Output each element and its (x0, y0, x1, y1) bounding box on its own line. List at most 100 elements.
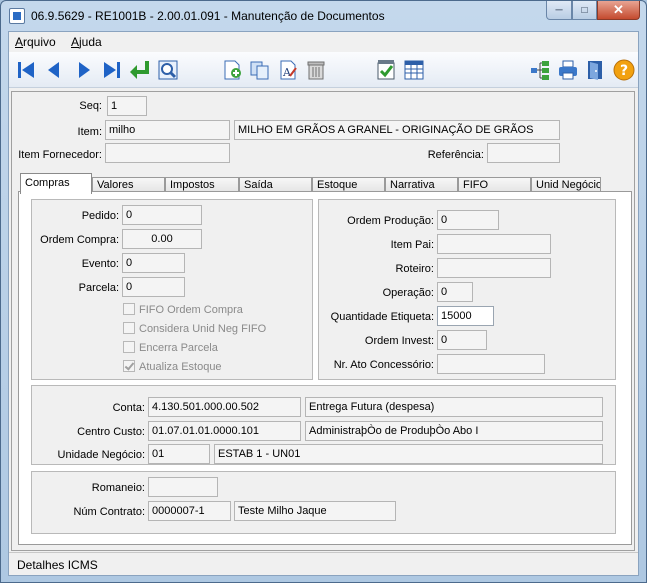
confirm-icon (377, 60, 395, 80)
centro-custo-description-field: AdministraþÒo de ProduþÒo Abo I (305, 421, 603, 441)
checkbox-box (123, 322, 135, 334)
first-record-button[interactable] (13, 57, 39, 83)
close-button[interactable]: ✕ (597, 1, 640, 20)
roteiro-label: Roteiro: (395, 263, 434, 275)
menu-arquivo-accel: A (15, 35, 24, 49)
menu-ajuda[interactable]: Ajuda (71, 35, 102, 49)
account-group: Conta: 4.130.501.000.00.502 Entrega Futu… (31, 385, 616, 465)
edit-icon: A (280, 60, 297, 80)
tab-strip: Compras Valores Impostos Saída Estoque N… (20, 173, 601, 194)
ordem-compra-label: Ordem Compra: (40, 234, 119, 246)
detalhes-icms-link[interactable]: Detalhes ICMS (17, 558, 98, 572)
atualiza-estoque-checkbox[interactable]: Atualiza Estoque (123, 360, 222, 373)
next-icon (79, 62, 90, 78)
last-record-button[interactable] (99, 57, 125, 83)
return-button[interactable] (127, 57, 153, 83)
reference-field[interactable] (487, 143, 560, 163)
calendar-button[interactable] (401, 57, 427, 83)
evento-label: Evento: (81, 258, 119, 270)
menu-ajuda-label: juda (79, 35, 102, 49)
document-form: Seq: 1 Item: milho MILHO EM GRÃOS A GRAN… (11, 91, 635, 551)
contrato-description-field: Teste Milho Jaque (234, 501, 396, 521)
help-button[interactable]: ? (611, 57, 637, 83)
calendar-icon (404, 60, 424, 80)
considera-unid-neg-label: Considera Unid Neg FIFO (139, 323, 267, 335)
delete-button[interactable] (303, 57, 329, 83)
ato-concessorio-field[interactable] (437, 354, 545, 374)
svg-text:?: ? (620, 63, 628, 79)
roteiro-field[interactable] (437, 258, 551, 278)
seq-label: Seq: (79, 100, 102, 112)
pedido-field[interactable]: 0 (122, 205, 202, 225)
conta-field[interactable]: 4.130.501.000.00.502 (148, 397, 301, 417)
print-button[interactable] (555, 57, 581, 83)
next-record-button[interactable] (71, 57, 97, 83)
checkbox-box (123, 341, 135, 353)
edit-button[interactable]: A (275, 57, 301, 83)
atualiza-estoque-label: Atualiza Estoque (139, 361, 222, 373)
last-icon (104, 62, 120, 78)
exit-icon (588, 61, 602, 80)
minimize-button[interactable]: ─ (546, 1, 572, 20)
title-bar[interactable]: 06.9.5629 - RE1001B - 2.00.01.091 - Manu… (1, 1, 646, 31)
quantidade-etiqueta-field[interactable]: 15000 (437, 306, 494, 326)
operacao-field[interactable]: 0 (437, 282, 473, 302)
exit-button[interactable] (583, 57, 609, 83)
encerra-parcela-checkbox[interactable]: Encerra Parcela (123, 341, 218, 354)
svg-text:A: A (282, 66, 292, 79)
menu-bar: Arquivo Ajuda (9, 32, 638, 51)
window-controls: ─ □ ✕ (546, 1, 640, 20)
menu-arquivo-label: rquivo (23, 35, 56, 49)
client-area: Arquivo Ajuda A ? Seq: 1 Item: milho MIL… (8, 31, 639, 576)
first-icon (18, 62, 34, 78)
print-icon (559, 60, 577, 80)
ordem-compra-field[interactable]: 0.00 (122, 229, 202, 249)
contrato-field[interactable]: 0000007-1 (148, 501, 231, 521)
seq-field[interactable]: 1 (107, 96, 147, 116)
app-window: 06.9.5629 - RE1001B - 2.00.01.091 - Manu… (0, 0, 647, 583)
item-code-field[interactable]: milho (105, 120, 230, 140)
evento-field[interactable]: 0 (122, 253, 185, 273)
unidade-negocio-label: Unidade Negócio: (57, 449, 145, 461)
confirm-button[interactable] (373, 57, 399, 83)
unidade-negocio-description-field: ESTAB 1 - UN01 (214, 444, 603, 464)
zoom-icon (158, 60, 178, 80)
tab-compras-content: Pedido: 0 Ordem Compra: 0.00 Evento: 0 P… (18, 191, 632, 545)
romaneio-label: Romaneio: (91, 482, 145, 494)
menu-arquivo[interactable]: Arquivo (15, 35, 56, 49)
checkbox-box-checked (123, 360, 135, 372)
ordem-invest-field[interactable]: 0 (437, 330, 487, 350)
tab-compras[interactable]: Compras (20, 173, 92, 194)
purchase-group: Pedido: 0 Ordem Compra: 0.00 Evento: 0 P… (31, 199, 313, 380)
centro-custo-label: Centro Custo: (77, 426, 145, 438)
app-icon (9, 8, 25, 24)
tree-button[interactable] (527, 57, 553, 83)
prev-record-button[interactable] (41, 57, 67, 83)
footer-panel: Detalhes ICMS (9, 552, 638, 575)
reference-label: Referência: (427, 149, 484, 161)
ato-concessorio-label: Nr. Ato Concessório: (333, 359, 434, 371)
supplier-item-label: Item Fornecedor: (18, 149, 102, 161)
contrato-label: Núm Contrato: (73, 506, 145, 518)
pedido-label: Pedido: (81, 210, 119, 222)
copy-button[interactable] (247, 57, 273, 83)
parcela-label: Parcela: (78, 282, 119, 294)
unidade-negocio-field[interactable]: 01 (148, 444, 210, 464)
encerra-parcela-label: Encerra Parcela (139, 342, 218, 354)
item-pai-field[interactable] (437, 234, 551, 254)
maximize-button[interactable]: □ (572, 1, 597, 20)
new-icon (224, 60, 241, 80)
ordem-producao-field[interactable]: 0 (437, 210, 499, 230)
parcela-field[interactable]: 0 (122, 277, 185, 297)
prev-icon (48, 62, 59, 78)
considera-unid-neg-checkbox[interactable]: Considera Unid Neg FIFO (123, 322, 266, 335)
item-description-field: MILHO EM GRÃOS A GRANEL - ORIGINAÇÃO DE … (234, 120, 560, 140)
new-button[interactable] (219, 57, 245, 83)
supplier-item-field[interactable] (105, 143, 230, 163)
ordem-producao-label: Ordem Produção: (347, 215, 434, 227)
zoom-button[interactable] (155, 57, 181, 83)
romaneio-field[interactable] (148, 477, 218, 497)
centro-custo-field[interactable]: 01.07.01.01.0000.101 (148, 421, 301, 441)
fifo-ordem-compra-checkbox[interactable]: FIFO Ordem Compra (123, 303, 243, 316)
menu-ajuda-accel: A (71, 35, 80, 49)
